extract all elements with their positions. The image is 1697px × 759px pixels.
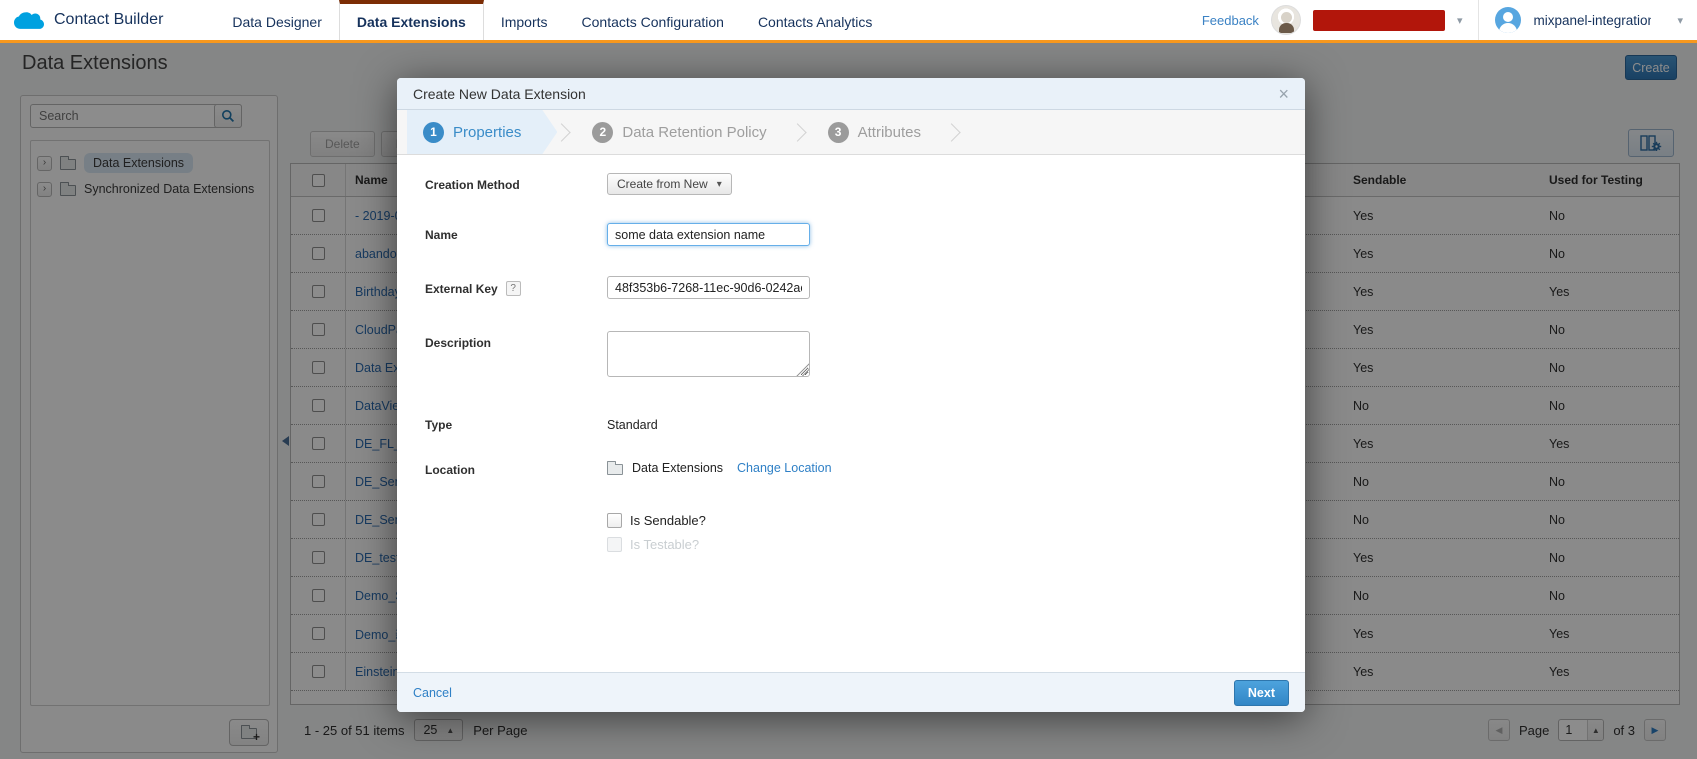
- user-chevron-down-icon[interactable]: ▾: [1677, 14, 1683, 27]
- nav-tab-data-extensions[interactable]: Data Extensions: [339, 0, 484, 40]
- redacted-account-name[interactable]: [1313, 10, 1445, 31]
- step-label: Properties: [453, 124, 521, 141]
- modal-body: Creation Method Create from New ▾ Name E…: [397, 155, 1305, 672]
- location-label: Location: [425, 458, 607, 477]
- step-data-retention-policy[interactable]: 2 Data Retention Policy: [576, 110, 792, 154]
- nav-tab-data-designer[interactable]: Data Designer: [215, 0, 339, 40]
- chevron-down-icon: ▾: [717, 179, 722, 190]
- type-row: Type Standard: [425, 413, 1305, 432]
- salesforce-cloud-logo-icon: [14, 10, 44, 31]
- is-sendable-label: Is Sendable?: [630, 513, 706, 528]
- is-testable-checkbox: [607, 537, 622, 552]
- app-title: Contact Builder: [54, 11, 163, 29]
- step-number: 2: [592, 122, 613, 143]
- creation-method-label: Creation Method: [425, 173, 607, 192]
- brand: Contact Builder: [0, 0, 163, 40]
- external-key-field[interactable]: [607, 276, 810, 299]
- step-attributes[interactable]: 3 Attributes: [812, 110, 947, 154]
- name-field[interactable]: [607, 223, 810, 246]
- name-label: Name: [425, 223, 607, 242]
- type-value: Standard: [607, 413, 658, 432]
- modal-header: Create New Data Extension ×: [397, 78, 1305, 110]
- step-properties[interactable]: 1 Properties: [407, 110, 557, 154]
- create-data-extension-modal: Create New Data Extension × 1 Properties…: [397, 78, 1305, 712]
- external-key-label-text: External Key: [425, 282, 498, 296]
- creation-method-row: Creation Method Create from New ▾: [425, 173, 1305, 195]
- nav-divider: [1478, 0, 1479, 40]
- is-testable-label: Is Testable?: [630, 537, 699, 552]
- nav-tab-label: Data Extensions: [357, 14, 466, 30]
- nav-right: Feedback ▾ mixpanel-integrations... ▾: [1202, 0, 1697, 40]
- is-sendable-row: Is Sendable?: [607, 513, 1305, 528]
- cancel-link[interactable]: Cancel: [413, 686, 452, 700]
- nav-tab-label: Contacts Analytics: [758, 14, 872, 30]
- help-icon[interactable]: ?: [506, 281, 521, 296]
- app-screen: Contact Builder Data Designer Data Extens…: [0, 0, 1697, 759]
- folder-icon: [607, 464, 623, 475]
- next-button[interactable]: Next: [1234, 680, 1289, 706]
- is-testable-row: Is Testable?: [607, 537, 1305, 552]
- external-key-label: External Key ?: [425, 276, 607, 296]
- user-name[interactable]: mixpanel-integrations...: [1533, 13, 1651, 28]
- external-key-row: External Key ?: [425, 276, 1305, 299]
- chevron-down-icon[interactable]: ▾: [1457, 14, 1463, 27]
- change-location-link[interactable]: Change Location: [737, 461, 832, 475]
- close-icon[interactable]: ×: [1278, 85, 1289, 103]
- location-row: Location Data Extensions Change Location: [425, 458, 1305, 477]
- nav-tabs: Data Designer Data Extensions Imports Conta…: [215, 0, 889, 40]
- step-separator-chevron-icon: [553, 123, 571, 141]
- feedback-link[interactable]: Feedback: [1202, 13, 1259, 28]
- nav-tab-label: Contacts Configuration: [582, 14, 724, 30]
- name-row: Name: [425, 223, 1305, 246]
- creation-method-value: Create from New: [617, 177, 708, 191]
- top-nav: Contact Builder Data Designer Data Extens…: [0, 0, 1697, 43]
- description-label: Description: [425, 331, 607, 350]
- nav-tab-imports[interactable]: Imports: [484, 0, 565, 40]
- is-sendable-checkbox[interactable]: [607, 513, 622, 528]
- einstein-avatar[interactable]: [1271, 5, 1301, 35]
- wizard-steps: 1 Properties 2 Data Retention Policy 3 A…: [397, 110, 1305, 155]
- location-value: Data Extensions: [632, 461, 723, 475]
- step-label: Attributes: [858, 124, 921, 141]
- step-number: 1: [423, 122, 444, 143]
- creation-method-dropdown[interactable]: Create from New ▾: [607, 173, 732, 195]
- nav-tab-label: Imports: [501, 14, 548, 30]
- modal-title: Create New Data Extension: [413, 86, 586, 102]
- nav-tab-contacts-analytics[interactable]: Contacts Analytics: [741, 0, 889, 40]
- type-label: Type: [425, 413, 607, 432]
- location-value-row: Data Extensions Change Location: [607, 458, 832, 475]
- description-field[interactable]: [607, 331, 810, 377]
- step-label: Data Retention Policy: [622, 124, 766, 141]
- step-number: 3: [828, 122, 849, 143]
- nav-tab-label: Data Designer: [232, 14, 322, 30]
- user-avatar-icon[interactable]: [1495, 7, 1521, 33]
- description-row: Description: [425, 331, 1305, 377]
- nav-tab-contacts-configuration[interactable]: Contacts Configuration: [565, 0, 741, 40]
- modal-footer: Cancel Next: [397, 672, 1305, 712]
